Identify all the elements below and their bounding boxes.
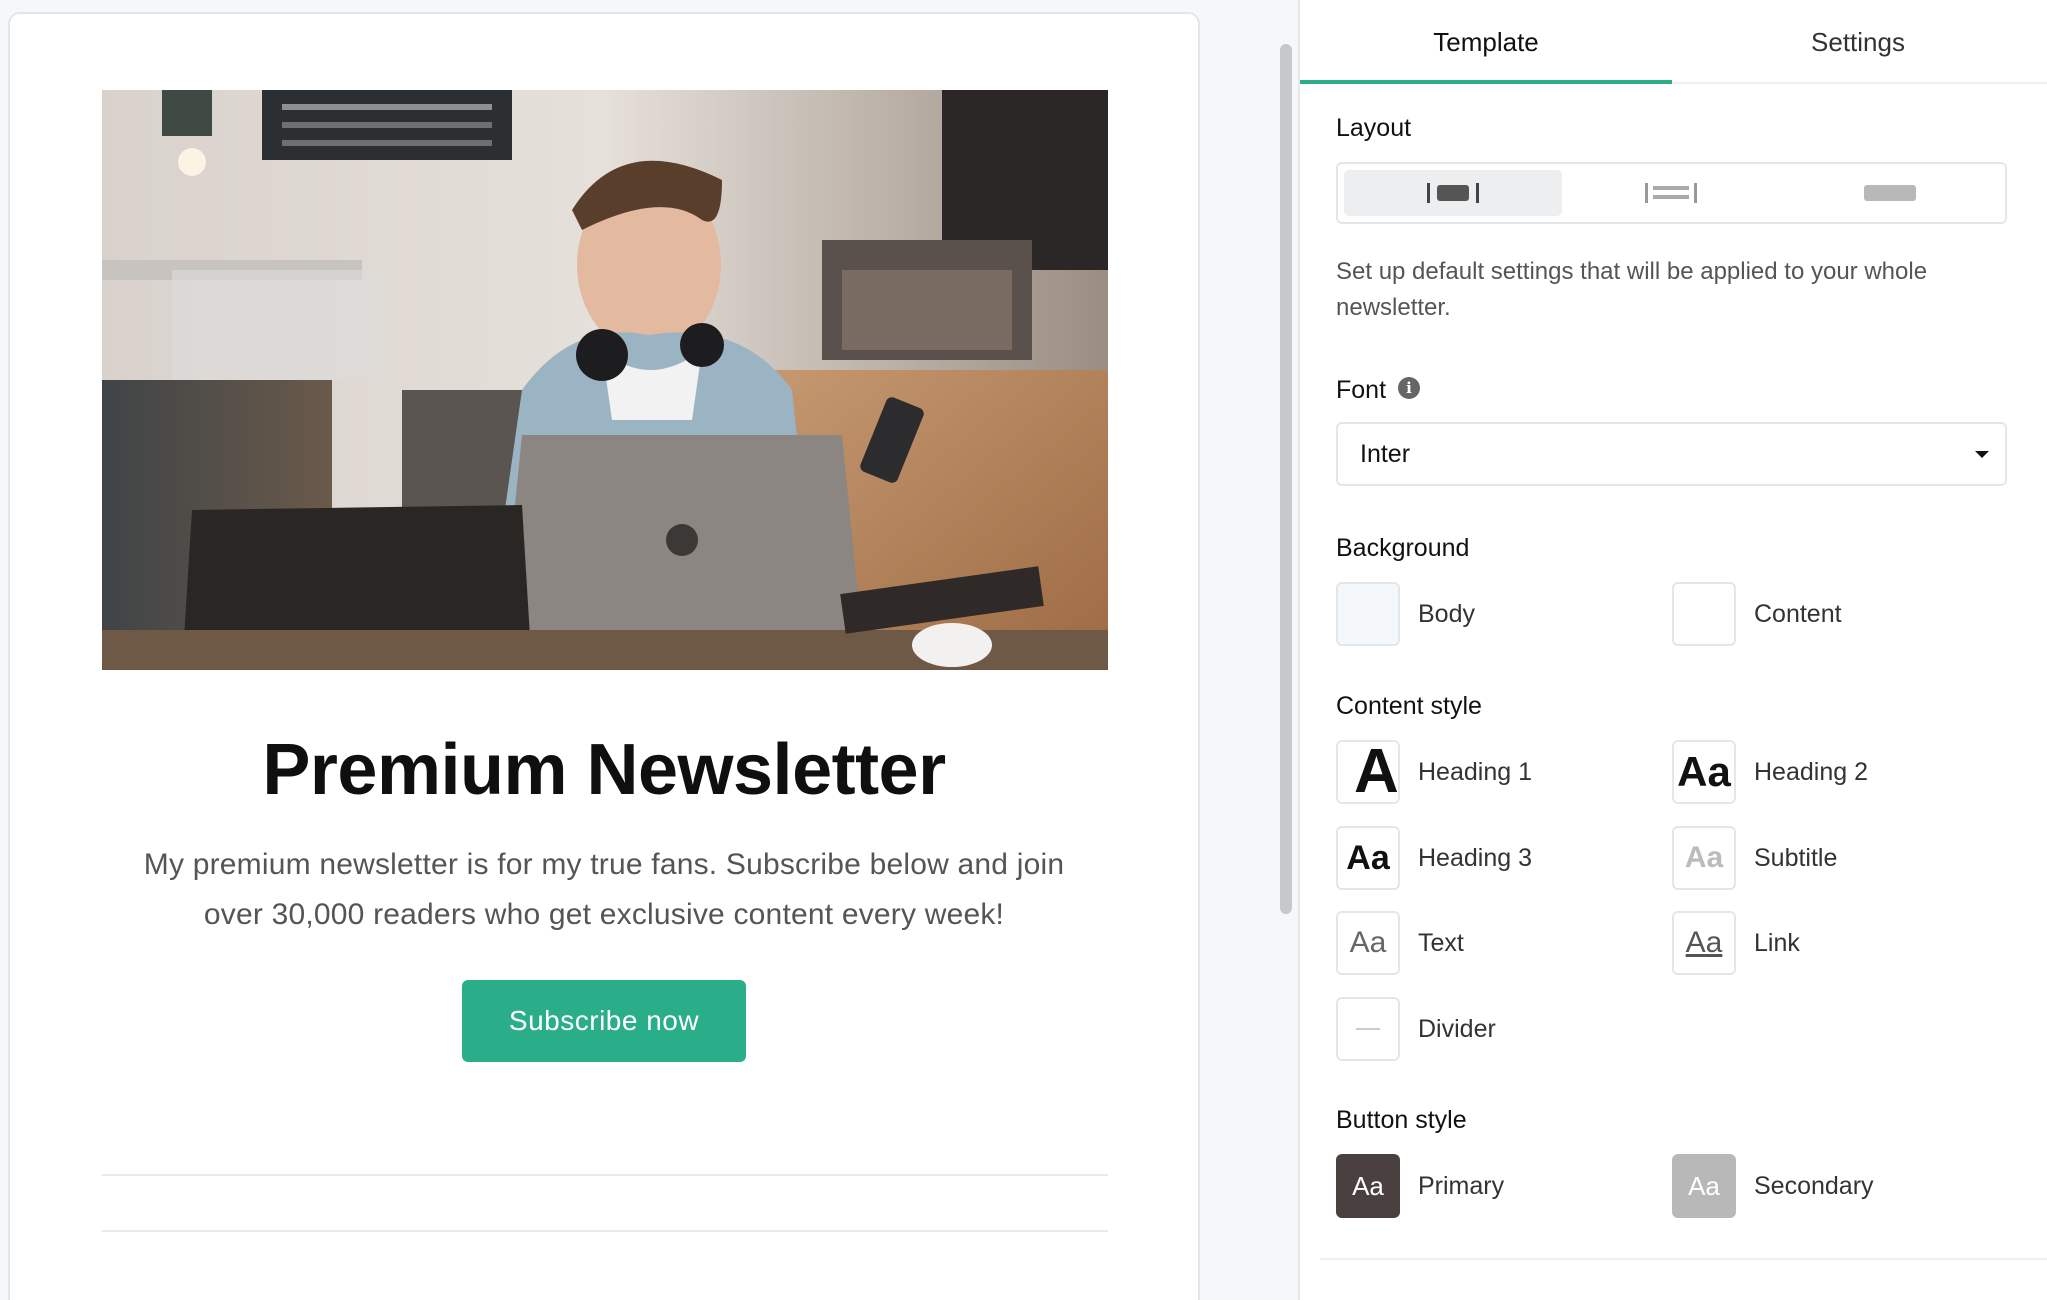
subtitle-label: Subtitle (1754, 843, 1838, 872)
subtitle-glyph: Aa (1684, 841, 1724, 874)
layout-option-full[interactable] (1781, 170, 1999, 216)
template-description: Set up default settings that will be app… (1336, 258, 1928, 321)
heading-1-glyph: Aa (1354, 740, 1399, 804)
style-divider[interactable]: Divider (1336, 997, 1496, 1061)
info-icon[interactable]: i (1398, 377, 1420, 399)
heading-3-preview[interactable]: Aa (1336, 826, 1400, 890)
background-content-label: Content (1754, 599, 1842, 628)
newsletter-description: My premium newsletter is for my true fan… (143, 848, 1065, 931)
tab-template[interactable]: Template (1300, 0, 1672, 84)
panel-tabs: Template Settings (1300, 0, 2047, 84)
background-content-option[interactable]: Content (1672, 582, 1842, 646)
newsletter-editor: Premium Newsletter My premium newsletter… (0, 0, 2047, 1300)
background-body-label: Body (1418, 599, 1475, 628)
style-subtitle[interactable]: Aa Subtitle (1672, 826, 1837, 890)
body-color-swatch[interactable] (1336, 582, 1400, 646)
link-label: Link (1754, 928, 1800, 957)
subscribe-button[interactable]: Subscribe now (462, 980, 746, 1062)
content-style-label: Content style (1336, 692, 1482, 720)
style-text[interactable]: Aa Text (1336, 911, 1464, 975)
background-body-option[interactable]: Body (1336, 582, 1475, 646)
heading-2-label: Heading 2 (1754, 757, 1868, 786)
layout-option-centered[interactable] (1344, 170, 1563, 216)
button-style-label: Button style (1336, 1106, 1467, 1134)
cafe-photo-illustration (102, 90, 1108, 670)
divider-preview[interactable] (1336, 997, 1400, 1061)
primary-label: Primary (1418, 1171, 1505, 1200)
layout-centered-icon (1427, 183, 1480, 203)
secondary-glyph: Aa (1688, 1171, 1720, 1201)
heading-2-preview[interactable]: Aa (1672, 740, 1736, 804)
font-select-value: Inter (1360, 439, 1411, 468)
button-style-primary[interactable]: Aa Primary (1336, 1154, 1504, 1218)
settings-panel: Template Settings Layout Set up default … (1300, 0, 2047, 1300)
style-link[interactable]: Aa Link (1672, 911, 1800, 975)
heading-1-preview[interactable]: Aa (1336, 740, 1400, 804)
section-divider (1320, 1258, 2047, 1260)
subtitle-preview[interactable]: Aa (1672, 826, 1736, 890)
heading-1-label: Heading 1 (1418, 757, 1532, 786)
tab-settings[interactable]: Settings (1672, 0, 2044, 84)
text-label: Text (1418, 928, 1464, 957)
style-heading-2[interactable]: Aa Heading 2 (1672, 740, 1868, 804)
button-style-secondary[interactable]: Aa Secondary (1672, 1154, 1874, 1218)
secondary-button-preview[interactable]: Aa (1672, 1154, 1736, 1218)
secondary-label: Secondary (1754, 1171, 1874, 1200)
hero-image[interactable] (102, 90, 1108, 670)
email-preview-area: Premium Newsletter My premium newsletter… (0, 0, 1270, 1300)
heading-2-glyph: Aa (1677, 748, 1731, 795)
content-color-swatch[interactable] (1672, 582, 1736, 646)
primary-button-preview[interactable]: Aa (1336, 1154, 1400, 1218)
divider (102, 1174, 1108, 1176)
divider-line-icon (1356, 1028, 1380, 1030)
primary-glyph: Aa (1352, 1171, 1384, 1201)
background-label: Background (1336, 534, 1470, 562)
layout-full-icon (1863, 185, 1916, 201)
font-select[interactable]: Inter (1336, 422, 2007, 486)
layout-option-wide[interactable] (1562, 170, 1780, 216)
heading-3-glyph: Aa (1346, 839, 1390, 877)
chevron-down-icon (1975, 451, 1989, 458)
divider (102, 1230, 1108, 1232)
email-content-card: Premium Newsletter My premium newsletter… (8, 12, 1200, 1300)
layout-wide-icon (1645, 183, 1698, 203)
link-preview[interactable]: Aa (1672, 911, 1736, 975)
style-heading-1[interactable]: Aa Heading 1 (1336, 740, 1532, 804)
style-heading-3[interactable]: Aa Heading 3 (1336, 826, 1532, 890)
text-preview[interactable]: Aa (1336, 911, 1400, 975)
preview-scrollbar-thumb[interactable] (1280, 44, 1292, 914)
text-glyph: Aa (1349, 926, 1387, 959)
font-label: Font (1336, 376, 1387, 404)
layout-label: Layout (1336, 114, 1412, 142)
divider-label: Divider (1418, 1014, 1496, 1043)
heading-3-label: Heading 3 (1418, 843, 1532, 872)
link-glyph: Aa (1685, 926, 1723, 959)
newsletter-title: Premium Newsletter (262, 730, 946, 810)
active-tab-indicator (1300, 80, 1672, 84)
layout-selector (1336, 162, 2007, 224)
